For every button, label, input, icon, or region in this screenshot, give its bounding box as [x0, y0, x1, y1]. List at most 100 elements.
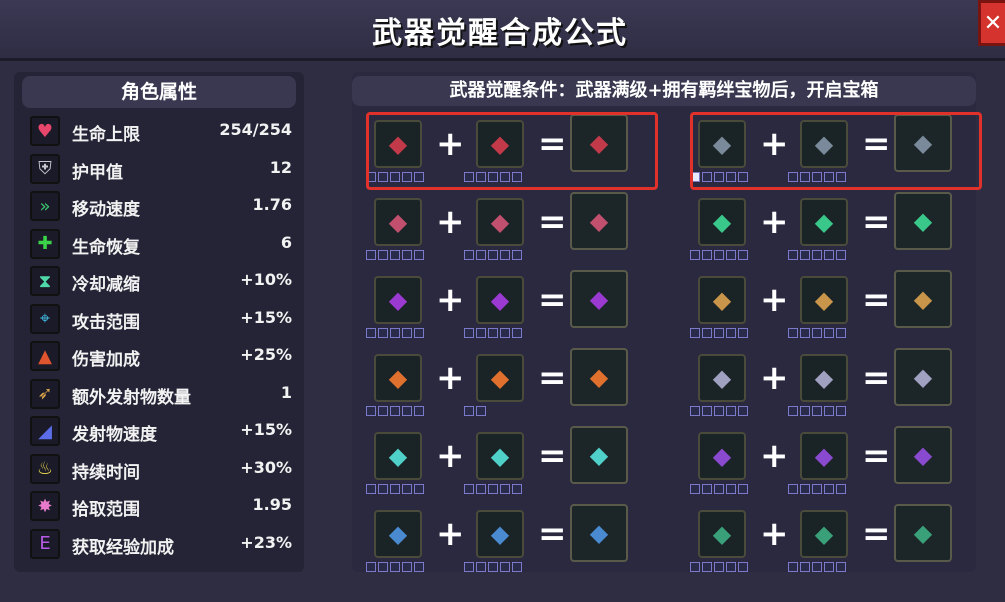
awakened-wings-icon[interactable]: ◆ [894, 114, 952, 172]
ember-rod-icon[interactable]: ◆ [698, 354, 746, 402]
plus-sign: + [436, 124, 465, 164]
level-pips [464, 250, 522, 260]
wolf-icon[interactable]: ◆ [800, 432, 848, 480]
stat-value: +15% [240, 307, 292, 327]
serpent-scroll-icon[interactable]: ◆ [698, 510, 746, 558]
recipe-row: ◆ + ◆ = ◆ [366, 348, 674, 424]
fish-blade-icon[interactable]: ◆ [374, 510, 422, 558]
level-pips [690, 328, 748, 338]
plus-sign: + [436, 280, 465, 320]
stat-row: ⧗ 冷却减缩 +10% [30, 266, 300, 298]
equals-sign: = [538, 280, 567, 320]
equals-sign: = [862, 514, 891, 554]
stats-header: 角色属性 [22, 76, 296, 108]
skull-totem-icon[interactable]: ◆ [698, 276, 746, 324]
awakened-totem-icon[interactable]: ◆ [894, 270, 952, 328]
target-icon: ⌖ [30, 303, 60, 334]
recipe-row: ◆ + ◆ = ◆ [366, 504, 674, 580]
awakened-blade-icon[interactable]: ◆ [570, 504, 628, 562]
level-pips [464, 562, 522, 572]
stat-row: » 移动速度 1.76 [30, 191, 300, 223]
equals-sign: = [862, 280, 891, 320]
level-pips [366, 562, 424, 572]
blue-cloak-icon[interactable]: ◆ [800, 198, 848, 246]
shadow-cat-icon[interactable]: ◆ [800, 354, 848, 402]
plus-sign: + [760, 280, 789, 320]
stat-row: E 获取经验加成 +23% [30, 528, 300, 561]
stat-name: 攻击范围 [72, 312, 140, 333]
flame-icon: ▲ [30, 341, 60, 371]
purple-spear-icon[interactable]: ◆ [374, 276, 422, 324]
recipe-row: ◆ + ◆ = ◆ [690, 270, 998, 346]
awakened-vines-icon[interactable]: ◆ [894, 192, 952, 250]
level-pips [788, 250, 846, 260]
stat-value: +10% [240, 270, 292, 289]
level-pips [690, 406, 748, 416]
stat-name: 生命恢复 [72, 237, 140, 258]
close-button[interactable]: ✕ [978, 0, 1005, 46]
stat-value: 254/254 [219, 120, 292, 139]
stat-name: 生命上限 [72, 125, 140, 145]
stone-idol-icon[interactable]: ◆ [476, 354, 524, 402]
hourglass-icon: ⧗ [30, 266, 60, 296]
plus-sign: + [436, 358, 465, 398]
stat-name: 发射物速度 [72, 425, 157, 445]
golden-helmet-icon[interactable]: ◆ [476, 198, 524, 246]
equals-sign: = [862, 358, 891, 398]
stat-name: 获取经验加成 [72, 537, 174, 558]
plus-sign: + [436, 514, 465, 554]
conditions-header: 武器觉醒条件：武器满级+拥有羁绊宝物后，开启宝箱 [352, 76, 976, 106]
hook-ring-icon[interactable]: ◆ [800, 276, 848, 324]
stat-row: ✚ 生命恢复 6 [30, 228, 300, 261]
awakened-crest-icon[interactable]: ◆ [570, 114, 628, 172]
bat-wings-icon[interactable]: ◆ [698, 432, 746, 480]
bat-mask-icon[interactable]: ◆ [476, 276, 524, 324]
level-pips [366, 250, 424, 260]
stat-row: ⛨ 护甲值 12 [30, 153, 300, 186]
equals-sign: = [538, 124, 567, 164]
stat-name: 持续时间 [72, 462, 140, 483]
amulet-icon[interactable]: ◆ [800, 120, 848, 168]
spectral-orb-icon[interactable]: ◆ [698, 120, 746, 168]
awakened-scroll-icon[interactable]: ◆ [894, 504, 952, 562]
recipe-row: ◆ + ◆ = ◆ [690, 112, 998, 190]
plus-sign: + [760, 124, 789, 164]
crystal-shard-icon[interactable]: ◆ [374, 120, 422, 168]
fire-staff-icon[interactable]: ◆ [374, 354, 422, 402]
level-pips [464, 406, 486, 416]
orb-relic-icon[interactable]: ◆ [800, 510, 848, 558]
swirl-pendant-icon[interactable]: ◆ [476, 510, 524, 558]
recipe-row: ◆ + ◆ = ◆ [690, 426, 998, 502]
awakened-rod-icon[interactable]: ◆ [894, 348, 952, 406]
level-pips [366, 172, 424, 182]
magnet-icon: ✸ [30, 491, 60, 521]
level-pips [788, 172, 846, 182]
plus-sign: + [760, 514, 789, 554]
awakened-bow-icon[interactable]: ◆ [570, 192, 628, 250]
level-pips [690, 484, 748, 494]
level-pips [464, 328, 522, 338]
knight-helmet-icon[interactable]: ◆ [476, 120, 524, 168]
exp-icon: E [30, 528, 60, 559]
awakened-lantern-icon[interactable]: ◆ [570, 426, 628, 484]
lantern-icon[interactable]: ◆ [374, 432, 422, 480]
awakened-fire-icon[interactable]: ◆ [570, 348, 628, 406]
recipe-row: ◆ + ◆ = ◆ [366, 112, 674, 190]
stat-row: ➶ 额外发射物数量 1 [30, 378, 300, 411]
plus-sign: + [760, 202, 789, 242]
stat-row: ♥ 生命上限 254/254 [30, 116, 300, 148]
level-pips [366, 406, 424, 416]
stat-name: 移动速度 [72, 200, 140, 220]
dark-bow-icon[interactable]: ◆ [374, 198, 422, 246]
awakened-spear-icon[interactable]: ◆ [570, 270, 628, 328]
ice-armor-icon[interactable]: ◆ [476, 432, 524, 480]
character-stats-panel: 角色属性 ♥ 生命上限 254/254 ⛨ 护甲值 12 » 移动速度 1.76 ✚ 生命恢复 6 ⧗ 冷… [14, 72, 304, 572]
level-pips [690, 172, 748, 182]
plus-sign: + [436, 436, 465, 476]
stat-value: +23% [240, 532, 292, 552]
equals-sign: = [538, 436, 567, 476]
awakened-bat-icon[interactable]: ◆ [894, 426, 952, 484]
stat-row: ⌖ 攻击范围 +15% [30, 303, 300, 336]
stat-value: +15% [240, 420, 292, 439]
vine-leaf-icon[interactable]: ◆ [698, 198, 746, 246]
